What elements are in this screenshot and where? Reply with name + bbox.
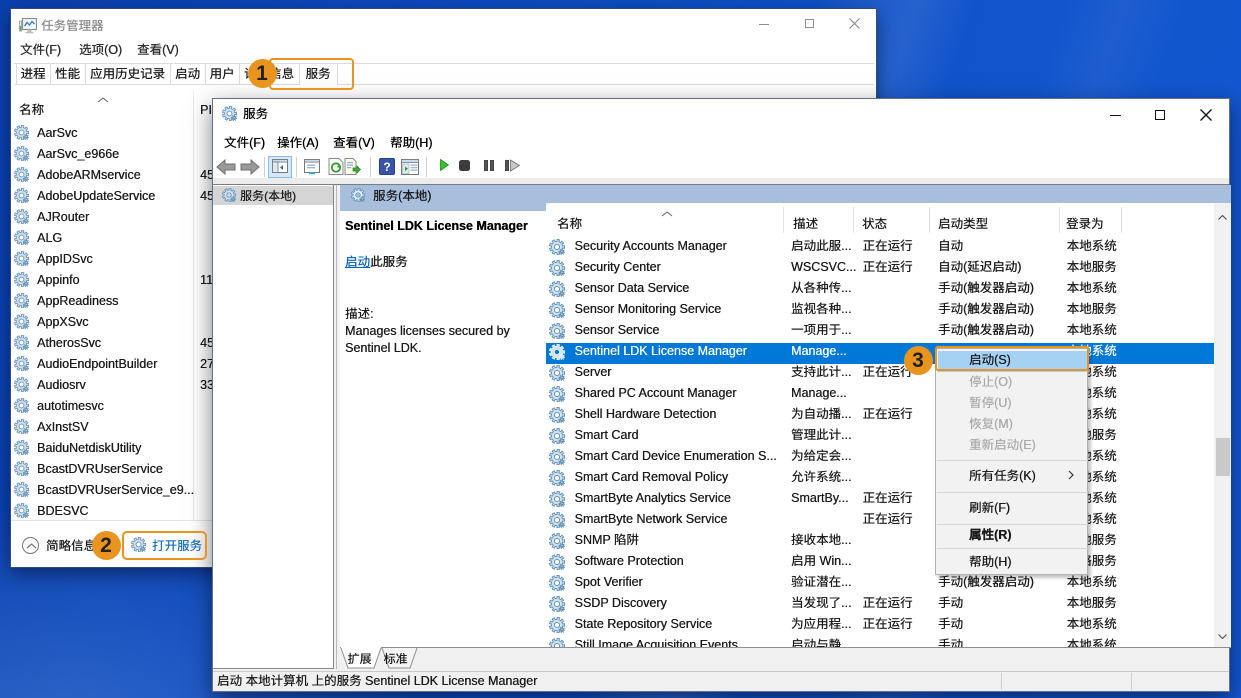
svg-text:?: ? xyxy=(383,160,390,174)
